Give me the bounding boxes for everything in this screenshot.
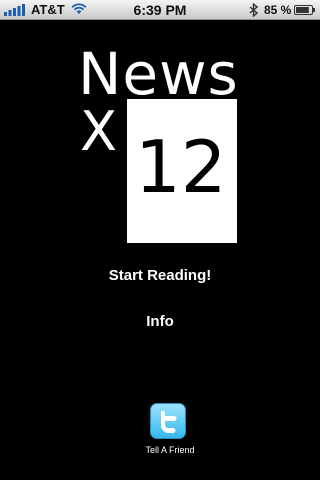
logo-number-box: 12 [127, 99, 237, 243]
twitter-t-glyph [161, 411, 177, 433]
tell-a-friend-label: Tell A Friend [145, 445, 195, 455]
tell-a-friend-button[interactable]: Tell A Friend [130, 403, 210, 459]
battery-icon [294, 5, 315, 15]
logo-letter: X [80, 100, 117, 163]
bluetooth-icon [249, 3, 258, 17]
logo-number: 12 [135, 125, 227, 209]
status-bar: AT&T 6:39 PM 85 % [0, 0, 320, 20]
app-screen: AT&T 6:39 PM 85 % News X 12 Start Readin… [0, 0, 320, 480]
start-reading-button[interactable]: Start Reading! [0, 266, 320, 286]
info-button[interactable]: Info [0, 312, 320, 332]
battery-percent: 85 % [264, 3, 292, 17]
logo-word: News [78, 40, 239, 108]
twitter-icon[interactable] [150, 403, 186, 439]
newsx12-logo: News X 12 [78, 44, 242, 244]
